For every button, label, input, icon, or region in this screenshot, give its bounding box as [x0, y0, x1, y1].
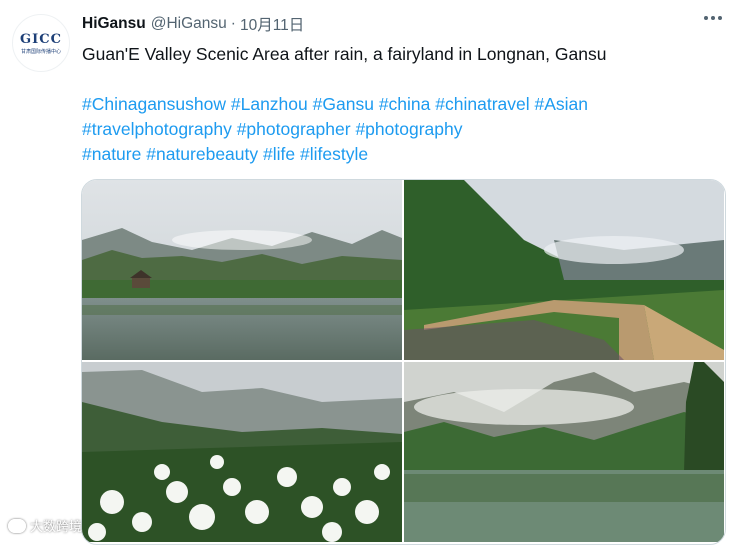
user-handle[interactable]: @HiGansu [151, 15, 227, 33]
more-options-icon[interactable] [704, 16, 722, 20]
watermark-icon [8, 518, 26, 533]
misty-lake-photo[interactable] [404, 362, 724, 542]
hashtag-link[interactable]: #Chinagansushow [82, 94, 226, 114]
separator-dot: · [230, 15, 236, 32]
hashtag-link[interactable]: #Asian [535, 94, 589, 114]
hashtag-link[interactable]: #photographer [237, 119, 351, 139]
hashtag-line: #nature #naturebeauty #life #lifestyle [82, 142, 722, 167]
hashtag-line: #Chinagansushow #Lanzhou #Gansu #china #… [82, 92, 722, 117]
hashtag-link[interactable]: #nature [82, 144, 141, 164]
hashtag-link[interactable]: #Lanzhou [231, 94, 308, 114]
tweet-text: Guan'E Valley Scenic Area after rain, a … [82, 42, 722, 167]
avatar-logo-subtext: 甘肃国际传播中心 [20, 48, 61, 55]
tweet-date[interactable]: 10月11日 [240, 13, 304, 35]
hashtag-link[interactable]: #Gansu [313, 94, 374, 114]
display-name[interactable]: HiGansu [82, 15, 146, 33]
hashtag-link[interactable]: #naturebeauty [146, 144, 258, 164]
avatar[interactable]: GICC 甘肃国际传播中心 [12, 14, 70, 72]
hashtag-link[interactable]: #life [263, 144, 295, 164]
more-dot [711, 16, 715, 20]
hashtag-line: #travelphotography #photographer #photog… [82, 117, 722, 142]
avatar-logo-text: GICC [20, 31, 62, 47]
hashtag-link[interactable]: #travelphotography [82, 119, 232, 139]
tweet-body: Guan'E Valley Scenic Area after rain, a … [82, 44, 607, 64]
more-dot [704, 16, 708, 20]
hashtag-link[interactable]: #photography [355, 119, 462, 139]
white-flowers-photo[interactable] [82, 362, 402, 542]
more-dot [718, 16, 722, 20]
lake-pavilion-photo[interactable] [82, 180, 402, 360]
media-grid [81, 179, 726, 545]
watermark: 大数跨境 [8, 516, 82, 535]
tweet-header: HiGansu @HiGansu · 10月11日 [82, 13, 702, 35]
boardwalk-meadow-photo[interactable] [404, 180, 724, 360]
hashtag-link[interactable]: #china [379, 94, 431, 114]
watermark-text: 大数跨境 [30, 519, 83, 534]
hashtag-link[interactable]: #chinatravel [435, 94, 529, 114]
hashtag-link[interactable]: #lifestyle [300, 144, 368, 164]
